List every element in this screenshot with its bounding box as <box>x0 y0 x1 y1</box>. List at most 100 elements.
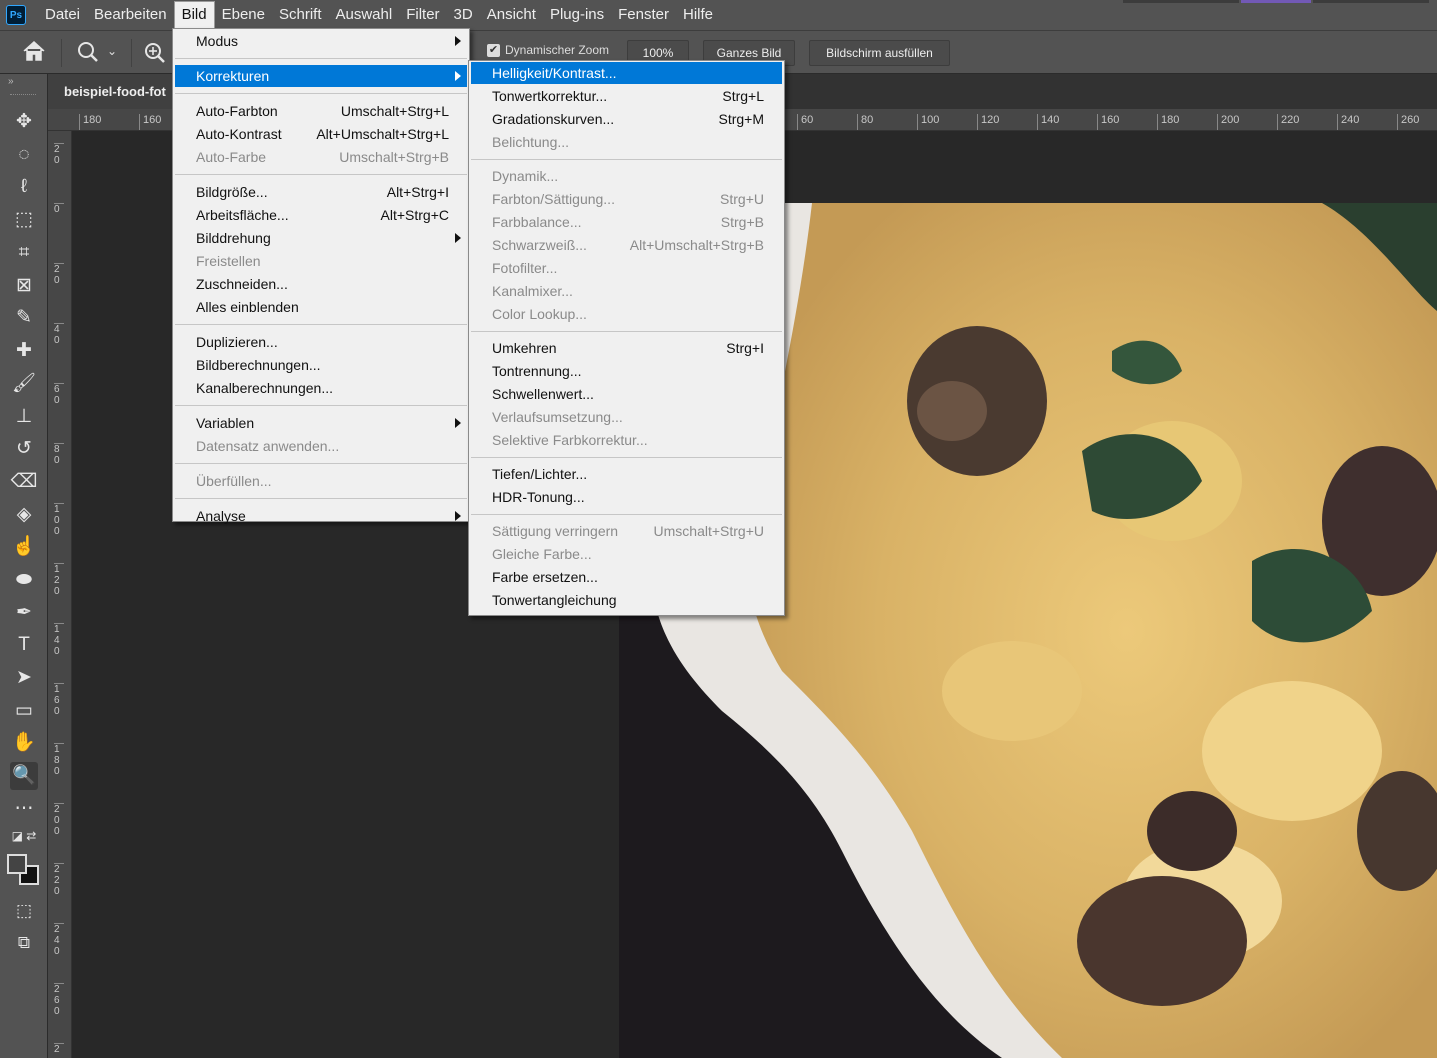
ruler-tick-label: 0 <box>54 203 64 215</box>
menu-item-tiefen-lichter[interactable]: Tiefen/Lichter... <box>471 463 782 485</box>
document-tab[interactable]: beispiel-food-fot <box>48 74 178 109</box>
menu-item-analyse[interactable]: Analyse <box>175 505 467 527</box>
ruler-tick-label: 260 <box>1397 114 1419 130</box>
menu-item-farbton-s-ttigung: Farbton/Sättigung... Strg+U <box>471 188 782 210</box>
zoom-icon[interactable] <box>76 40 100 70</box>
menu-filter[interactable]: Filter <box>399 0 446 30</box>
dynamic-zoom-label: Dynamischer Zoom <box>505 43 610 57</box>
chevron-down-icon[interactable]: ⌄ <box>107 44 117 58</box>
menu-3d[interactable]: 3D <box>447 0 480 30</box>
menu-item-kanalmixer: Kanalmixer... <box>471 280 782 302</box>
menu-ebene[interactable]: Ebene <box>215 0 272 30</box>
ruler-tick-label: 180 <box>54 743 64 777</box>
smudge-icon[interactable]: ☝ <box>10 533 38 561</box>
screen-mode-icon[interactable]: ⧉ <box>10 929 38 957</box>
menu-item-duplizieren[interactable]: Duplizieren... <box>175 331 467 353</box>
menu-plug-ins[interactable]: Plug-ins <box>543 0 611 30</box>
menu-item-auto-farbton[interactable]: Auto-Farbton Umschalt+Strg+L <box>175 100 467 122</box>
menu-hilfe[interactable]: Hilfe <box>676 0 720 30</box>
zoom-tool-icon[interactable]: 🔍 <box>10 762 38 790</box>
menu-item-umkehren[interactable]: Umkehren Strg+I <box>471 337 782 359</box>
menu-separator <box>471 158 782 160</box>
collapse-panel-icon[interactable]: » <box>8 76 14 87</box>
menu-item-hdr-tonung[interactable]: HDR-Tonung... <box>471 486 782 508</box>
menu-item-label: Überfüllen... <box>196 473 272 489</box>
more-tools-icon[interactable]: ⋯ <box>10 795 38 823</box>
menu-item-label: Tiefen/Lichter... <box>492 466 588 482</box>
menu-item-tonwertkorrektur[interactable]: Tonwertkorrektur... Strg+L <box>471 85 782 107</box>
vertical-ruler[interactable]: 20 0 20 40 60 80 100 120 140 160 180 200 220 240 260 2 <box>48 131 72 1058</box>
menu-item-label: Modus <box>196 33 239 49</box>
menu-item-variablen[interactable]: Variablen <box>175 412 467 434</box>
menu-item-auto-kontrast[interactable]: Auto-Kontrast Alt+Umschalt+Strg+L <box>175 123 467 145</box>
lasso-icon[interactable]: ℓ <box>10 173 38 201</box>
menu-item-farbe-ersetzen[interactable]: Farbe ersetzen... <box>471 566 782 588</box>
menu-item-kanalberechnungen[interactable]: Kanalberechnungen... <box>175 377 467 399</box>
menu-ansicht[interactable]: Ansicht <box>480 0 543 30</box>
menu-item-shortcut: Strg+I <box>726 340 764 356</box>
menu-item-bildberechnungen[interactable]: Bildberechnungen... <box>175 354 467 376</box>
move-tool-icon[interactable]: ✥ <box>10 108 38 136</box>
menu-item-shortcut: Umschalt+Strg+L <box>340 103 449 119</box>
zoom-in-icon[interactable] <box>143 41 167 71</box>
menu-item-bildgr-e[interactable]: Bildgröße... Alt+Strg+I <box>175 181 467 203</box>
menu-item-bilddrehung[interactable]: Bilddrehung <box>175 227 467 249</box>
swap-colors-icon[interactable]: ◪ ⇄ <box>10 826 38 846</box>
menu-datei[interactable]: Datei <box>38 0 87 30</box>
menu-item-arbeitsfl-che[interactable]: Arbeitsfläche... Alt+Strg+C <box>175 204 467 226</box>
healing-brush-icon[interactable]: ✚ <box>10 337 38 365</box>
ellipse-marquee-icon[interactable]: ◌ <box>10 141 38 169</box>
ruler-tick-label: 160 <box>139 114 161 130</box>
menu-item-label: Kanalmixer... <box>492 283 573 299</box>
ruler-tick-label: 180 <box>79 114 101 130</box>
menu-item-shortcut: Alt+Strg+I <box>386 184 449 200</box>
dodge-icon[interactable]: ⬬ <box>10 566 38 594</box>
ruler-tick-label: 60 <box>54 383 64 406</box>
menu-item-label: Auto-Farbton <box>196 103 278 119</box>
menu-bearbeiten[interactable]: Bearbeiten <box>87 0 174 30</box>
menu-item-helligkeit-kontrast[interactable]: Helligkeit/Kontrast... <box>471 62 782 84</box>
menu-item-label: Variablen <box>196 415 255 431</box>
hand-icon[interactable]: ✋ <box>10 729 38 757</box>
home-icon[interactable] <box>22 40 46 68</box>
menu-item-korrekturen[interactable]: Korrekturen <box>175 65 467 87</box>
menu-item-gradationskurven[interactable]: Gradationskurven... Strg+M <box>471 108 782 130</box>
menu-item-label: Tonwertkorrektur... <box>492 88 608 104</box>
submenu-arrow-icon <box>455 511 461 521</box>
brush-icon[interactable]: 🖌 <box>10 370 38 398</box>
paint-bucket-icon[interactable]: ◈ <box>10 501 38 529</box>
frame-icon[interactable]: ⊠ <box>10 272 38 300</box>
type-icon[interactable]: T <box>10 631 38 659</box>
menu-item-label: Selektive Farbkorrektur... <box>492 432 648 448</box>
menu-schrift[interactable]: Schrift <box>272 0 329 30</box>
menu-item-alles-einblenden[interactable]: Alles einblenden <box>175 296 467 318</box>
object-select-icon[interactable]: ⬚ <box>10 206 38 234</box>
rectangle-icon[interactable]: ▭ <box>10 697 38 725</box>
eraser-icon[interactable]: ⌫ <box>10 468 38 496</box>
panel-grip[interactable] <box>10 94 36 96</box>
foreground-color-swatch[interactable] <box>7 854 27 874</box>
crop-icon[interactable]: ⌗ <box>10 239 38 267</box>
checkbox-checked-icon[interactable]: ✔ <box>487 43 500 57</box>
menu-item-tontrennung[interactable]: Tontrennung... <box>471 360 782 382</box>
fill-screen-button[interactable]: Bildschirm ausfüllen <box>809 40 950 66</box>
menu-item-label: Duplizieren... <box>196 334 278 350</box>
dynamic-zoom-option[interactable]: ✔ Dynamischer Zoom <box>487 43 609 57</box>
stamp-icon[interactable]: ⊥ <box>10 403 38 431</box>
history-brush-icon[interactable]: ↺ <box>10 435 38 463</box>
menu-auswahl[interactable]: Auswahl <box>329 0 400 30</box>
menu-separator <box>175 58 467 59</box>
menu-fenster[interactable]: Fenster <box>611 0 676 30</box>
menu-item-freistellen: Freistellen <box>175 250 467 272</box>
menu-separator <box>175 324 467 325</box>
menu-item-modus[interactable]: Modus <box>175 30 467 52</box>
menu-item-tonwertangleichung[interactable]: Tonwertangleichung <box>471 589 782 611</box>
ruler-tick-label: 60 <box>797 114 813 130</box>
menu-item-zuschneiden[interactable]: Zuschneiden... <box>175 273 467 295</box>
menu-bild[interactable]: Bild <box>173 1 215 29</box>
path-select-icon[interactable]: ➤ <box>10 664 38 692</box>
eyedropper-icon[interactable]: ✎ <box>10 304 38 332</box>
menu-item-schwellenwert[interactable]: Schwellenwert... <box>471 383 782 405</box>
quick-mask-icon[interactable]: ⬚ <box>10 897 38 925</box>
pen-icon[interactable]: ✒ <box>10 599 38 627</box>
